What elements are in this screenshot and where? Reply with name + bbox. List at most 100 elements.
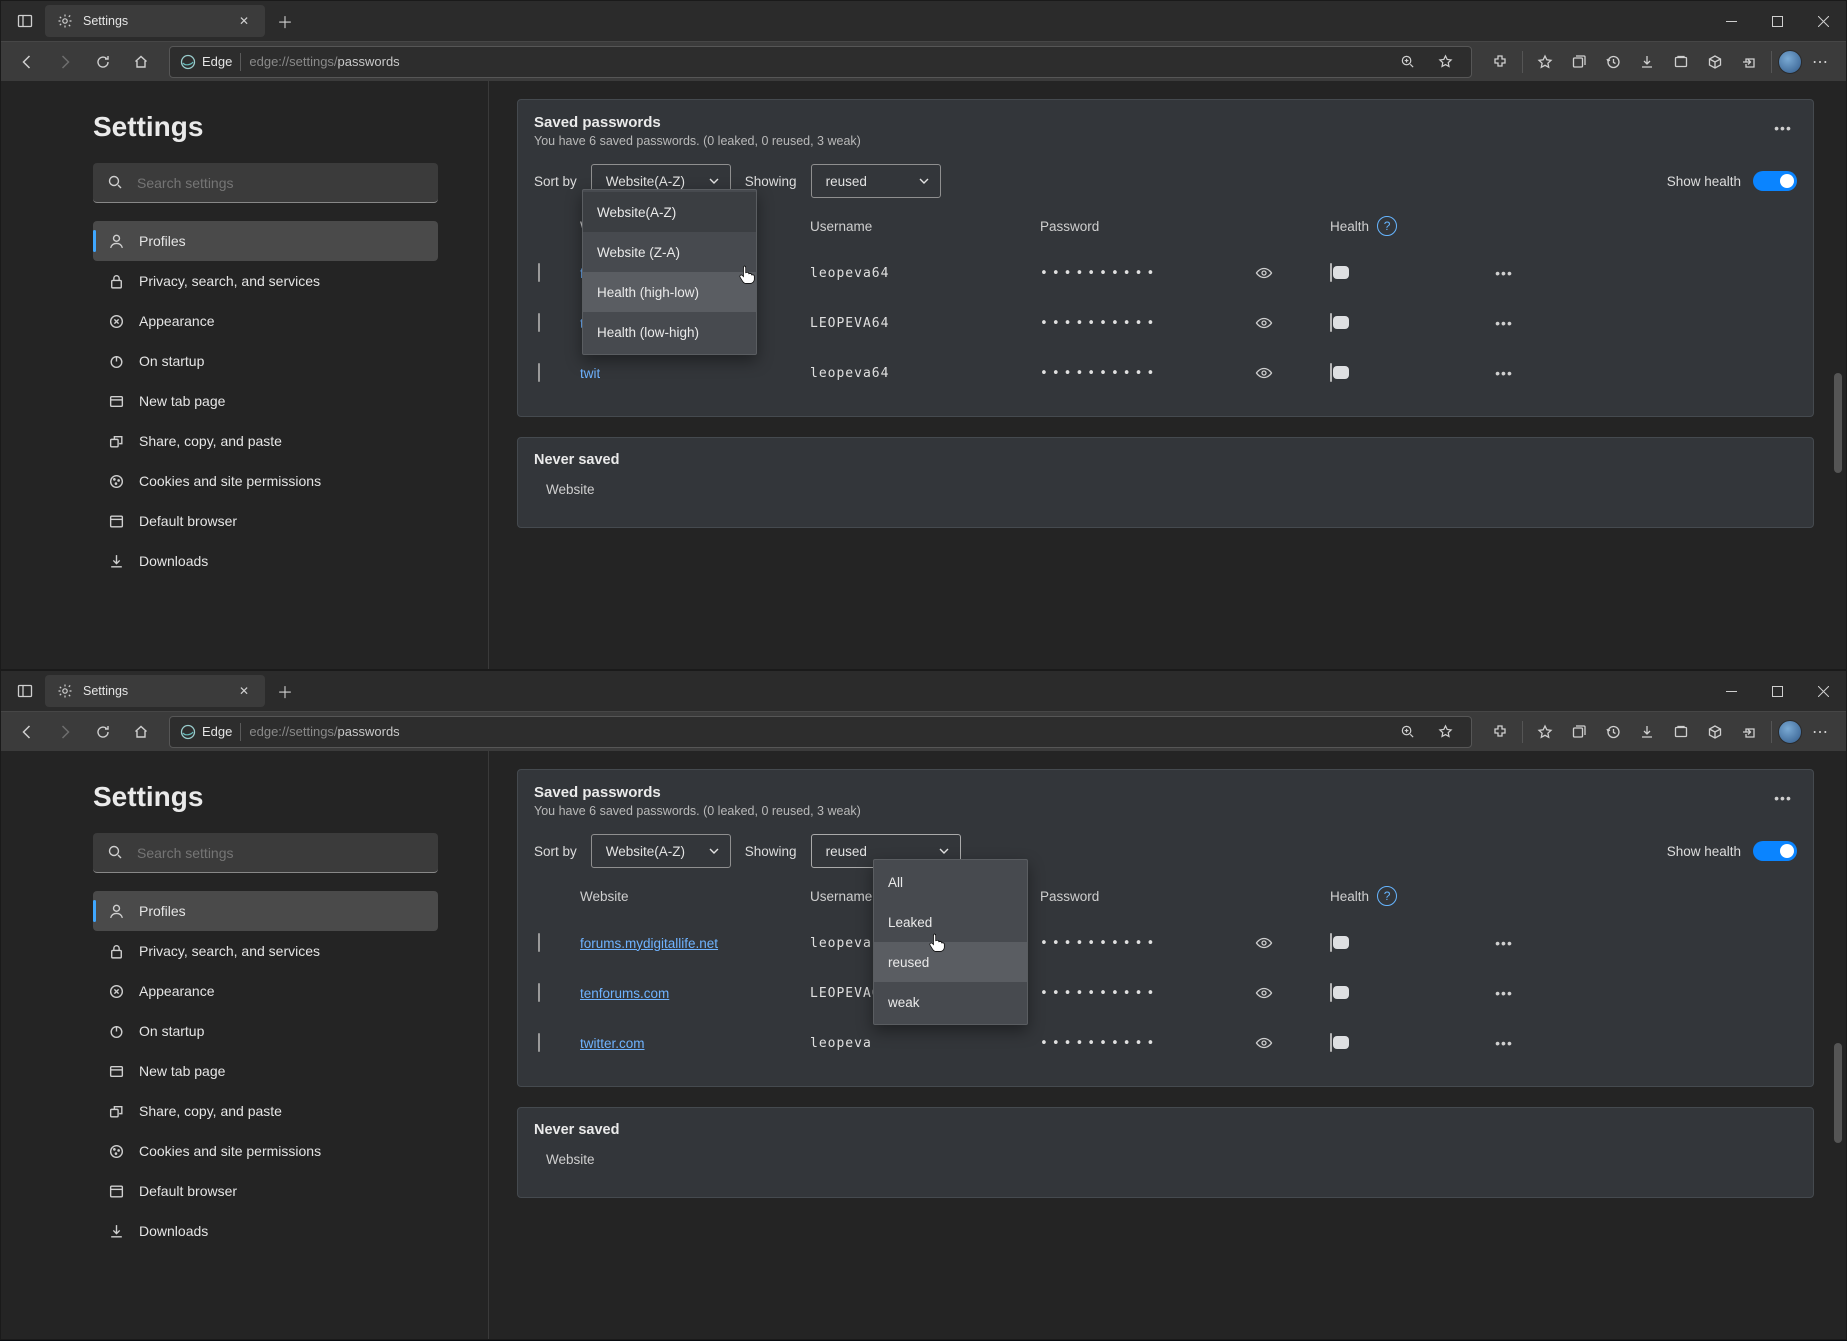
- favorites-icon[interactable]: [1529, 716, 1561, 748]
- sidebar-item-profiles[interactable]: Profiles: [93, 891, 438, 931]
- row-menu-button[interactable]: •••: [1490, 259, 1518, 287]
- extensions-icon[interactable]: [1484, 716, 1516, 748]
- zoom-icon[interactable]: [1391, 716, 1423, 748]
- row-checkbox[interactable]: [538, 363, 540, 382]
- reveal-password-button[interactable]: [1250, 259, 1278, 287]
- minimize-button[interactable]: [1708, 1, 1754, 41]
- minimize-button[interactable]: [1708, 671, 1754, 711]
- sort-option[interactable]: Health (high-low): [583, 272, 756, 312]
- new-tab-button[interactable]: ＋: [271, 677, 299, 705]
- collections-icon[interactable]: [1563, 46, 1595, 78]
- showing-select[interactable]: reused: [811, 164, 941, 198]
- row-checkbox[interactable]: [538, 983, 540, 1002]
- sidebar-item-privacy-search-and-services[interactable]: Privacy, search, and services: [93, 261, 438, 301]
- reveal-password-button[interactable]: [1250, 359, 1278, 387]
- row-menu-button[interactable]: •••: [1490, 309, 1518, 337]
- share-icon[interactable]: [1733, 716, 1765, 748]
- row-menu-button[interactable]: •••: [1490, 979, 1518, 1007]
- maximize-button[interactable]: [1754, 1, 1800, 41]
- show-health-toggle[interactable]: [1753, 171, 1797, 191]
- downloads-icon[interactable]: [1631, 46, 1663, 78]
- refresh-button[interactable]: [87, 46, 119, 78]
- card-menu-button[interactable]: •••: [1769, 784, 1797, 812]
- row-menu-button[interactable]: •••: [1490, 1029, 1518, 1057]
- favorites-icon[interactable]: [1529, 46, 1561, 78]
- profile-avatar[interactable]: [1778, 50, 1802, 74]
- search-settings-input[interactable]: [93, 833, 438, 873]
- sidebar-item-appearance[interactable]: Appearance: [93, 301, 438, 341]
- reveal-password-button[interactable]: [1250, 929, 1278, 957]
- sidebar-item-appearance[interactable]: Appearance: [93, 971, 438, 1011]
- sidebar-item-cookies-and-site-permissions[interactable]: Cookies and site permissions: [93, 461, 438, 501]
- row-checkbox[interactable]: [538, 263, 540, 282]
- profile-avatar[interactable]: [1778, 720, 1802, 744]
- webcapture-icon[interactable]: [1699, 716, 1731, 748]
- history-icon[interactable]: [1597, 46, 1629, 78]
- forward-button[interactable]: [49, 46, 81, 78]
- back-button[interactable]: [11, 46, 43, 78]
- home-button[interactable]: [125, 716, 157, 748]
- sort-option[interactable]: Website (Z-A): [583, 232, 756, 272]
- favorite-add-icon[interactable]: [1429, 716, 1461, 748]
- row-menu-button[interactable]: •••: [1490, 359, 1518, 387]
- app-menu-button[interactable]: ⋯: [1804, 46, 1836, 78]
- refresh-button[interactable]: [87, 716, 119, 748]
- showing-option[interactable]: weak: [874, 982, 1027, 1022]
- sidebar-item-new-tab-page[interactable]: New tab page: [93, 381, 438, 421]
- tab-actions-button[interactable]: [11, 677, 39, 705]
- browser-tab[interactable]: Settings ✕: [45, 675, 265, 707]
- sidebar-item-share-copy-and-paste[interactable]: Share, copy, and paste: [93, 1091, 438, 1131]
- maximize-button[interactable]: [1754, 671, 1800, 711]
- showing-option[interactable]: Leaked: [874, 902, 1027, 942]
- search-settings-input[interactable]: [93, 163, 438, 203]
- sidebar-item-default-browser[interactable]: Default browser: [93, 1171, 438, 1211]
- reveal-password-button[interactable]: [1250, 979, 1278, 1007]
- extensions-icon[interactable]: [1484, 46, 1516, 78]
- sidebar-item-downloads[interactable]: Downloads: [93, 1211, 438, 1251]
- home-button[interactable]: [125, 46, 157, 78]
- sort-by-select[interactable]: Website(A-Z): [591, 834, 731, 868]
- row-checkbox[interactable]: [538, 933, 540, 952]
- history-icon[interactable]: [1597, 716, 1629, 748]
- health-help-icon[interactable]: ?: [1377, 886, 1397, 906]
- showing-option[interactable]: reused: [874, 942, 1027, 982]
- downloads-icon[interactable]: [1631, 716, 1663, 748]
- back-button[interactable]: [11, 716, 43, 748]
- close-window-button[interactable]: [1800, 1, 1846, 41]
- forward-button[interactable]: [49, 716, 81, 748]
- sidebar-item-new-tab-page[interactable]: New tab page: [93, 1051, 438, 1091]
- sidebar-item-share-copy-and-paste[interactable]: Share, copy, and paste: [93, 421, 438, 461]
- card-menu-button[interactable]: •••: [1769, 114, 1797, 142]
- sidebar-item-profiles[interactable]: Profiles: [93, 221, 438, 261]
- scrollbar-thumb[interactable]: [1834, 1043, 1842, 1143]
- sidebar-item-cookies-and-site-permissions[interactable]: Cookies and site permissions: [93, 1131, 438, 1171]
- site-link[interactable]: twitter.com: [580, 1036, 810, 1051]
- browser-tab[interactable]: Settings ✕: [45, 5, 265, 37]
- tab-actions-button[interactable]: [11, 7, 39, 35]
- sidebar-item-privacy-search-and-services[interactable]: Privacy, search, and services: [93, 931, 438, 971]
- screenshot-icon[interactable]: [1665, 46, 1697, 78]
- row-menu-button[interactable]: •••: [1490, 929, 1518, 957]
- showing-option[interactable]: All: [874, 862, 1027, 902]
- sidebar-item-on-startup[interactable]: On startup: [93, 1011, 438, 1051]
- zoom-icon[interactable]: [1391, 46, 1423, 78]
- tab-close-button[interactable]: ✕: [233, 10, 255, 32]
- screenshot-icon[interactable]: [1665, 716, 1697, 748]
- site-link[interactable]: forums.mydigitallife.net: [580, 936, 810, 951]
- address-bar[interactable]: Edge edge://settings/passwords: [169, 46, 1472, 78]
- share-icon[interactable]: [1733, 46, 1765, 78]
- row-checkbox[interactable]: [538, 1033, 540, 1052]
- sort-option[interactable]: Website(A-Z): [583, 192, 756, 232]
- tab-close-button[interactable]: ✕: [233, 680, 255, 702]
- webcapture-icon[interactable]: [1699, 46, 1731, 78]
- site-link[interactable]: twitter.com: [580, 366, 600, 381]
- sort-option[interactable]: Health (low-high): [583, 312, 756, 352]
- scrollbar-thumb[interactable]: [1834, 373, 1842, 473]
- show-health-toggle[interactable]: [1753, 841, 1797, 861]
- sidebar-item-on-startup[interactable]: On startup: [93, 341, 438, 381]
- app-menu-button[interactable]: ⋯: [1804, 716, 1836, 748]
- address-bar[interactable]: Edge edge://settings/passwords: [169, 716, 1472, 748]
- new-tab-button[interactable]: ＋: [271, 7, 299, 35]
- collections-icon[interactable]: [1563, 716, 1595, 748]
- row-checkbox[interactable]: [538, 313, 540, 332]
